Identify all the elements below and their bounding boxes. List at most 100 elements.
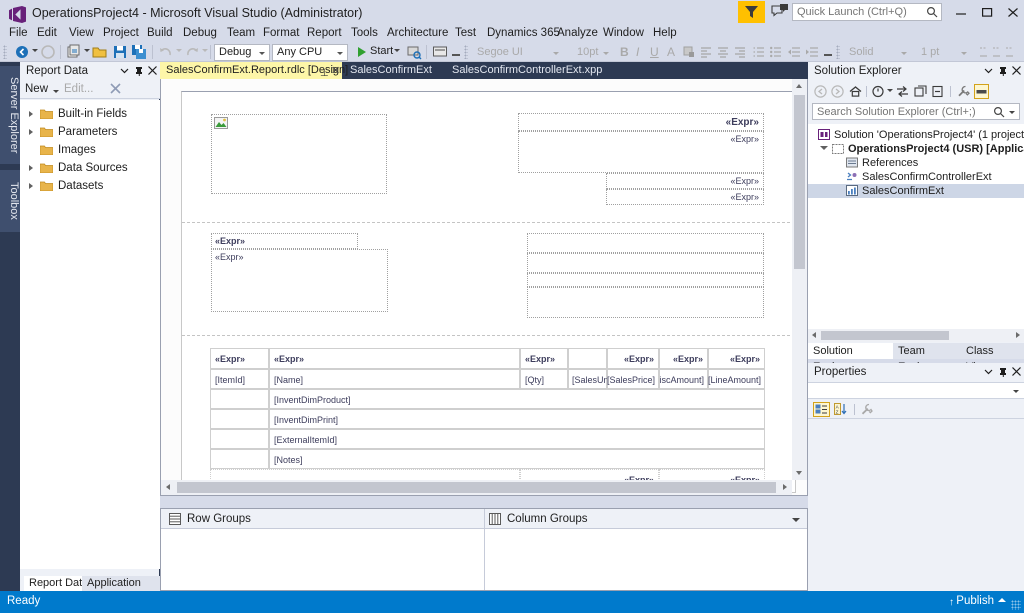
chevron-down-icon[interactable] bbox=[998, 598, 1006, 602]
bold-button[interactable]: B bbox=[620, 45, 629, 59]
solution-explorer-horizontal-scrollbar[interactable] bbox=[808, 329, 1024, 342]
report-designer-surface[interactable]: «Expr» «Expr» «Expr» «Expr» «Expr» «Expr bbox=[160, 79, 808, 496]
tab-class-view[interactable]: Class View bbox=[961, 343, 1023, 373]
tree-item-salesconfirmcontrollerext[interactable]: SalesConfirmControllerExt bbox=[808, 170, 1024, 184]
tab-salesconfirmcontrollerext-xpp[interactable]: SalesConfirmControllerExt.xpp bbox=[446, 62, 606, 79]
expand-arrow-icon[interactable] bbox=[29, 183, 33, 189]
tab-salesconfirmext[interactable]: SalesConfirmExt bbox=[344, 62, 440, 79]
table-cell[interactable]: [Name] bbox=[269, 369, 520, 389]
table-cell[interactable]: [Qty] bbox=[520, 369, 568, 389]
properties-icon[interactable] bbox=[956, 84, 971, 99]
close-icon[interactable] bbox=[1012, 66, 1021, 78]
toolbar-grip[interactable] bbox=[464, 45, 468, 59]
tree-item-data-sources[interactable]: Data Sources bbox=[20, 160, 160, 177]
table-cell[interactable]: [InventDimProduct] bbox=[269, 389, 765, 409]
quick-launch-box[interactable] bbox=[792, 3, 942, 21]
header-expr-box-2[interactable]: «Expr» bbox=[518, 131, 764, 173]
menu-edit[interactable]: Edit bbox=[32, 24, 62, 42]
chevron-down-icon[interactable] bbox=[1013, 390, 1019, 393]
configuration-combo[interactable]: Debug bbox=[214, 44, 270, 61]
table-cell[interactable]: iscAmount] bbox=[659, 369, 708, 389]
chevron-down-icon[interactable] bbox=[1009, 111, 1015, 114]
collapse-all-icon[interactable] bbox=[931, 84, 946, 99]
table-header-cell[interactable]: «Expr» bbox=[607, 348, 659, 369]
scroll-up-icon[interactable] bbox=[792, 79, 807, 94]
tree-item-images[interactable]: Images bbox=[20, 142, 160, 159]
mid-right-box-2[interactable] bbox=[527, 253, 764, 273]
horizontal-scroll-thumb[interactable] bbox=[821, 331, 949, 340]
edit-button[interactable]: Edit... bbox=[64, 83, 93, 95]
tablix-table[interactable]: «Expr» «Expr» «Expr» «Expr» «Expr» «Expr… bbox=[210, 348, 765, 487]
menu-window[interactable]: Window bbox=[598, 24, 649, 42]
expand-arrow-icon[interactable] bbox=[29, 165, 33, 171]
header-expr-box-3[interactable]: «Expr» bbox=[606, 173, 764, 189]
sync-with-active-document-icon[interactable] bbox=[895, 84, 910, 99]
undo-icon[interactable] bbox=[158, 44, 174, 60]
navigate-back-icon[interactable] bbox=[14, 44, 30, 60]
pin-icon[interactable] bbox=[998, 367, 1008, 380]
filter-icon[interactable] bbox=[738, 1, 765, 23]
redo-dropdown-icon[interactable] bbox=[202, 49, 208, 52]
scroll-left-icon[interactable] bbox=[161, 480, 176, 495]
play-icon[interactable] bbox=[356, 44, 368, 60]
tree-item-built-in-fields[interactable]: Built-in Fields bbox=[20, 106, 160, 123]
navigate-back-dropdown-icon[interactable] bbox=[32, 49, 38, 52]
underline-button[interactable]: U bbox=[650, 45, 659, 59]
fill-color-icon[interactable] bbox=[682, 44, 696, 60]
align-center-icon[interactable] bbox=[716, 44, 730, 60]
tab-solution-explorer[interactable]: Solution Explorer bbox=[808, 343, 893, 373]
attach-to-process-icon[interactable] bbox=[406, 44, 422, 60]
chevron-down-icon[interactable] bbox=[984, 66, 993, 78]
chevron-down-icon[interactable] bbox=[887, 89, 893, 92]
toolbar-grip[interactable] bbox=[3, 45, 7, 59]
chevron-down-icon[interactable] bbox=[984, 367, 993, 379]
menu-file[interactable]: File bbox=[4, 24, 33, 42]
chevron-down-icon[interactable] bbox=[792, 518, 800, 522]
table-header-cell[interactable]: «Expr» bbox=[659, 348, 708, 369]
report-page[interactable]: «Expr» «Expr» «Expr» «Expr» «Expr» «Expr bbox=[181, 91, 796, 493]
tree-item-solution[interactable]: Solution 'OperationsProject4' (1 project… bbox=[808, 128, 1024, 142]
logo-image-box[interactable] bbox=[211, 114, 387, 194]
font-size-combo[interactable]: 10pt bbox=[572, 44, 614, 61]
header-expr-box-1[interactable]: «Expr» bbox=[518, 113, 764, 131]
expand-arrow-icon[interactable] bbox=[29, 129, 33, 135]
platform-combo[interactable]: Any CPU bbox=[272, 44, 348, 61]
quick-launch-input[interactable] bbox=[793, 4, 919, 20]
increase-indent-icon[interactable] bbox=[805, 44, 820, 60]
mid-expr-box-2[interactable]: «Expr» bbox=[211, 249, 388, 312]
table-cell[interactable]: [ItemId] bbox=[210, 369, 269, 389]
close-icon[interactable] bbox=[1012, 367, 1021, 379]
home-icon[interactable] bbox=[848, 84, 863, 99]
tree-item-datasets[interactable]: Datasets bbox=[20, 178, 160, 195]
tree-item-references[interactable]: References bbox=[808, 156, 1024, 170]
properties-grid[interactable] bbox=[808, 419, 1024, 591]
new-project-icon[interactable] bbox=[66, 44, 82, 60]
vertical-scroll-thumb[interactable] bbox=[794, 95, 805, 269]
menu-view[interactable]: View bbox=[64, 24, 99, 42]
bulleted-list-icon[interactable] bbox=[769, 44, 783, 60]
expand-arrow-icon[interactable] bbox=[29, 111, 33, 117]
tree-item-project[interactable]: OperationsProject4 (USR) [Application S bbox=[808, 142, 1024, 156]
scroll-left-icon[interactable] bbox=[808, 329, 821, 342]
mid-expr-box-1[interactable]: «Expr» bbox=[211, 233, 358, 249]
pin-icon[interactable] bbox=[134, 66, 144, 79]
table-cell[interactable] bbox=[210, 429, 269, 449]
property-pages-icon[interactable] bbox=[860, 403, 874, 416]
start-dropdown-icon[interactable] bbox=[394, 49, 400, 52]
maximize-icon[interactable] bbox=[974, 0, 1000, 22]
close-icon[interactable] bbox=[1000, 0, 1024, 22]
menu-help[interactable]: Help bbox=[648, 24, 682, 42]
refresh-icon[interactable] bbox=[913, 84, 928, 99]
font-family-combo[interactable]: Segoe UI bbox=[472, 44, 564, 61]
tab-application-explorer[interactable]: Application Exp... bbox=[82, 576, 160, 604]
properties-object-combo[interactable] bbox=[808, 382, 1024, 399]
designer-view-icon[interactable] bbox=[432, 44, 448, 60]
collapse-arrow-icon[interactable] bbox=[820, 146, 828, 150]
table-cell[interactable]: [ExternalItemId] bbox=[269, 429, 765, 449]
header-expr-box-4[interactable]: «Expr» bbox=[606, 189, 764, 205]
toolbar-overflow-icon[interactable] bbox=[824, 47, 832, 56]
menu-project[interactable]: Project bbox=[98, 24, 144, 42]
pin-icon[interactable] bbox=[998, 66, 1008, 79]
table-cell[interactable]: [Notes] bbox=[269, 449, 765, 469]
close-icon[interactable] bbox=[148, 66, 157, 78]
